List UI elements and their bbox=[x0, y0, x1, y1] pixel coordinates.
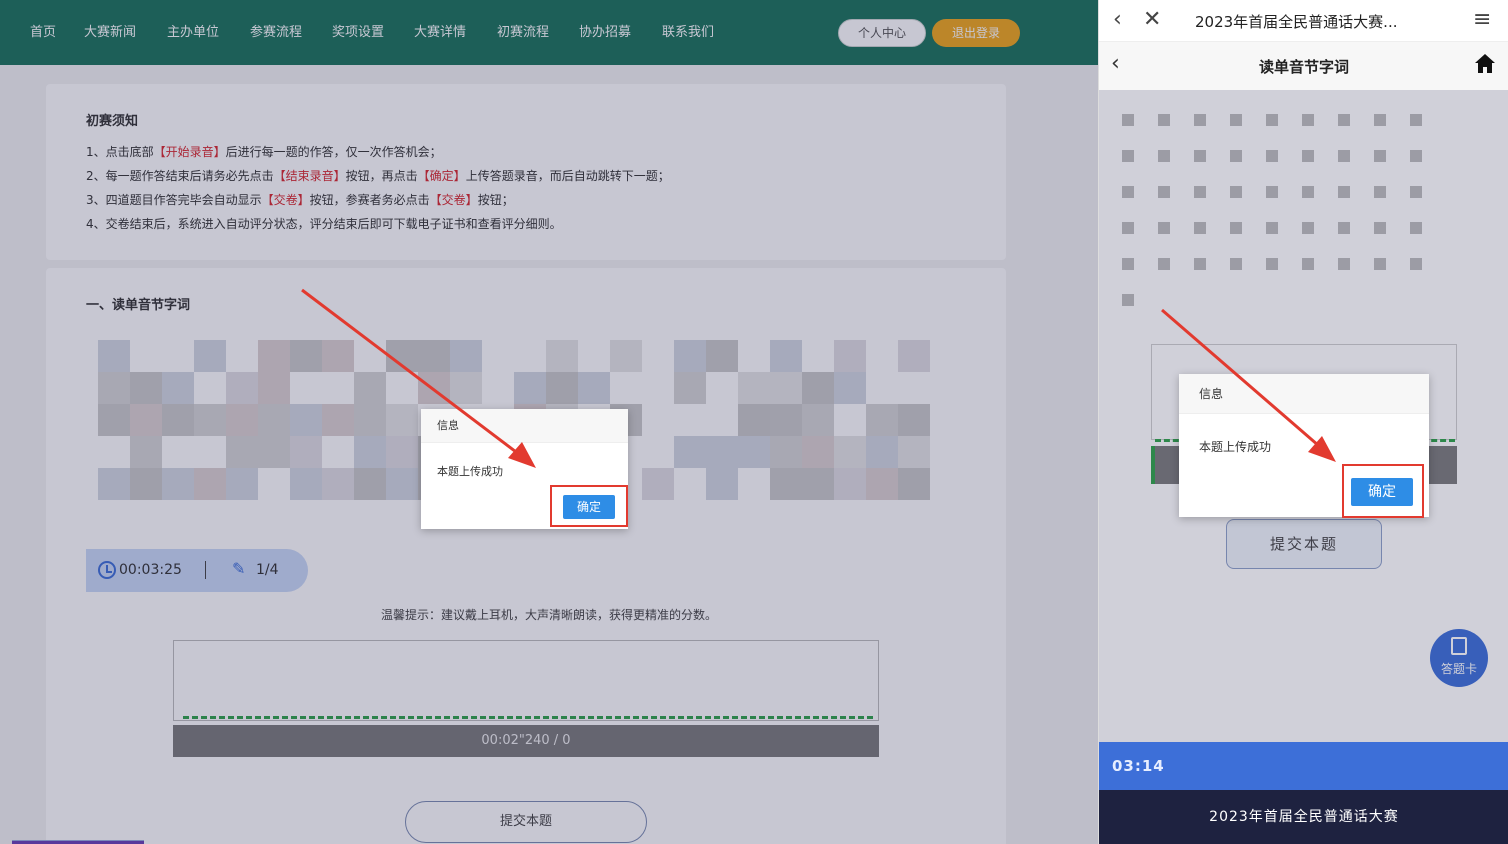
mobile-highlight-box bbox=[1342, 464, 1424, 518]
dialog-title: 信息 bbox=[421, 409, 628, 443]
mobile-timer: 03:14 bbox=[1112, 757, 1165, 775]
dialog-message: 本题上传成功 bbox=[437, 465, 503, 478]
mobile-browser-bar: ‹ ✕ 2023年首届全民普通话大赛... ≡ bbox=[1099, 0, 1508, 42]
desktop-screen: 首页 大赛新闻 主办单位 参赛流程 奖项设置 大赛详情 初赛流程 协办招募 联系… bbox=[0, 0, 1098, 844]
highlight-box bbox=[550, 485, 628, 527]
mobile-dialog-title: 信息 bbox=[1179, 374, 1429, 414]
mobile-time-bar: 03:14 bbox=[1099, 742, 1508, 790]
mobile-section-title: 读单音节字词 bbox=[1258, 58, 1349, 76]
mobile-dialog-message: 本题上传成功 bbox=[1199, 440, 1272, 454]
home-icon[interactable] bbox=[1473, 52, 1497, 76]
mobile-screen: ‹ ✕ 2023年首届全民普通话大赛... ≡ ‹ 读单音节字词 提交本题 答题… bbox=[1098, 0, 1508, 844]
mobile-page-title: 2023年首届全民普通话大赛... bbox=[1195, 13, 1398, 31]
mobile-footer: 2023年首届全民普通话大赛 bbox=[1099, 790, 1508, 844]
mobile-subheader: ‹ 读单音节字词 bbox=[1099, 42, 1508, 90]
close-icon[interactable]: ✕ bbox=[1143, 8, 1161, 32]
menu-icon[interactable]: ≡ bbox=[1473, 8, 1491, 32]
back-icon[interactable]: ‹ bbox=[1113, 8, 1122, 32]
